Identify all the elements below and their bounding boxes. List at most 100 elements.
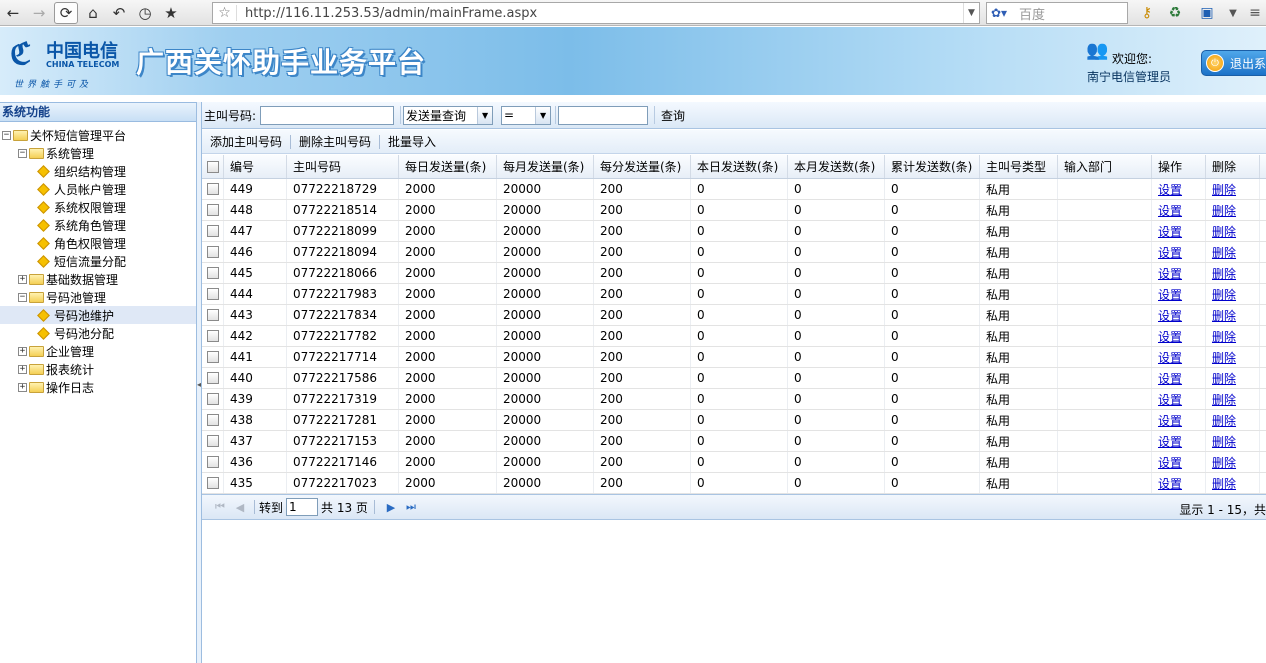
row-checkbox[interactable] (207, 267, 219, 279)
last-page-icon[interactable]: ⏭ (401, 500, 421, 514)
expand-icon[interactable]: + (18, 364, 27, 374)
delete-link[interactable]: 删除 (1212, 412, 1236, 429)
url-text[interactable]: http://116.11.253.53/admin/mainFrame.asp… (237, 6, 963, 21)
chevron-down-icon[interactable]: ▼ (535, 106, 551, 124)
row-checkbox[interactable] (207, 477, 219, 489)
column-header-id[interactable]: 编号 (224, 155, 287, 178)
settings-link[interactable]: 设置 (1158, 181, 1182, 198)
row-checkbox[interactable] (207, 351, 219, 363)
column-header-phone[interactable]: 主叫号码 (287, 155, 399, 178)
back-icon[interactable]: ← (0, 1, 26, 25)
home-icon[interactable]: ⌂ (80, 1, 106, 25)
row-checkbox[interactable] (207, 435, 219, 447)
search-box[interactable]: ✿▾ 百度 (986, 2, 1128, 24)
row-checkbox[interactable] (207, 204, 219, 216)
delete-link[interactable]: 删除 (1212, 265, 1236, 282)
column-header-today-sent[interactable]: 本日发送数(条) (691, 155, 788, 178)
history-icon[interactable]: ◷ (132, 1, 158, 25)
row-checkbox[interactable] (207, 183, 219, 195)
tree-folder[interactable]: + 企业管理 (0, 342, 196, 360)
value-input[interactable] (558, 105, 649, 125)
delete-link[interactable]: 删除 (1212, 433, 1236, 450)
tree-item[interactable]: 系统角色管理 (0, 216, 196, 234)
settings-link[interactable]: 设置 (1158, 391, 1182, 408)
column-header-delete[interactable]: 删除 (1206, 155, 1260, 178)
column-header-action[interactable]: 操作 (1152, 155, 1206, 178)
settings-link[interactable]: 设置 (1158, 244, 1182, 261)
settings-link[interactable]: 设置 (1158, 349, 1182, 366)
key-icon[interactable]: ⚷ (1136, 3, 1158, 23)
settings-link[interactable]: 设置 (1158, 286, 1182, 303)
user-sync-icon[interactable]: ♻ (1164, 3, 1186, 23)
first-page-icon[interactable]: ⏮ (210, 500, 230, 514)
settings-link[interactable]: 设置 (1158, 328, 1182, 345)
tree-item[interactable]: 号码池分配 (0, 324, 196, 342)
bookmark-star-icon[interactable]: ★ (158, 1, 184, 25)
chevron-down-icon[interactable]: ▼ (963, 3, 979, 23)
settings-link[interactable]: 设置 (1158, 202, 1182, 219)
tree-folder[interactable]: + 操作日志 (0, 378, 196, 396)
prev-page-icon[interactable]: ◀ (230, 501, 250, 514)
column-header-month-sent[interactable]: 本月发送数(条) (788, 155, 885, 178)
row-checkbox[interactable] (207, 309, 219, 321)
expand-icon[interactable]: + (18, 382, 27, 392)
delete-link[interactable]: 删除 (1212, 307, 1236, 324)
column-header-daily[interactable]: 每日发送量(条) (399, 155, 497, 178)
row-checkbox[interactable] (207, 456, 219, 468)
column-header-monthly[interactable]: 每月发送量(条) (497, 155, 594, 178)
expand-icon[interactable]: + (18, 274, 27, 284)
collapse-icon[interactable]: − (2, 130, 11, 140)
menu-icon[interactable]: ≡ (1244, 3, 1266, 23)
batch-import-button[interactable]: 批量导入 (380, 133, 444, 150)
tree-item[interactable]: 角色权限管理 (0, 234, 196, 252)
row-checkbox[interactable] (207, 288, 219, 300)
tree-folder[interactable]: − 系统管理 (0, 144, 196, 162)
delete-link[interactable]: 删除 (1212, 244, 1236, 261)
row-checkbox[interactable] (207, 393, 219, 405)
tree-item[interactable]: 组织结构管理 (0, 162, 196, 180)
row-checkbox[interactable] (207, 246, 219, 258)
settings-link[interactable]: 设置 (1158, 454, 1182, 471)
settings-link[interactable]: 设置 (1158, 433, 1182, 450)
tree-folder[interactable]: + 报表统计 (0, 360, 196, 378)
settings-link[interactable]: 设置 (1158, 307, 1182, 324)
delete-link[interactable]: 删除 (1212, 370, 1236, 387)
menu-chevron-icon[interactable]: ▼ (1222, 3, 1244, 23)
collapse-icon[interactable]: − (18, 292, 27, 302)
translate-icon[interactable]: ▣ (1196, 3, 1218, 23)
tree-item[interactable]: 短信流量分配 (0, 252, 196, 270)
star-icon[interactable]: ☆ (213, 5, 237, 21)
delete-link[interactable]: 删除 (1212, 202, 1236, 219)
field-select[interactable]: 发送量查询 ▼ (403, 105, 494, 125)
column-header-minute[interactable]: 每分发送量(条) (594, 155, 691, 178)
collapse-icon[interactable]: − (18, 148, 27, 158)
row-checkbox[interactable] (207, 414, 219, 426)
forward-icon[interactable]: → (26, 1, 52, 25)
settings-link[interactable]: 设置 (1158, 265, 1182, 282)
page-input[interactable]: 1 (286, 498, 319, 516)
delete-link[interactable]: 删除 (1212, 328, 1236, 345)
delete-link[interactable]: 删除 (1212, 391, 1236, 408)
delete-link[interactable]: 删除 (1212, 286, 1236, 303)
tree-item[interactable]: 系统权限管理 (0, 198, 196, 216)
row-checkbox[interactable] (207, 225, 219, 237)
settings-link[interactable]: 设置 (1158, 223, 1182, 240)
operator-select[interactable]: = ▼ (501, 105, 552, 125)
tree-folder[interactable]: − 号码池管理 (0, 288, 196, 306)
delete-phone-button[interactable]: 删除主叫号码 (291, 133, 379, 150)
tree-folder[interactable]: − 关怀短信管理平台 (0, 126, 196, 144)
logout-button[interactable]: ⏻ 退出系 (1201, 50, 1266, 76)
chevron-down-icon[interactable]: ▼ (477, 106, 493, 124)
address-bar[interactable]: ☆ http://116.11.253.53/admin/mainFrame.a… (212, 2, 980, 24)
settings-link[interactable]: 设置 (1158, 475, 1182, 492)
settings-link[interactable]: 设置 (1158, 370, 1182, 387)
collapse-arrow-icon[interactable]: ◂ (197, 380, 201, 389)
search-button[interactable]: 查询 (661, 107, 685, 124)
undo-icon[interactable]: ↶ (106, 1, 132, 25)
row-checkbox[interactable] (207, 330, 219, 342)
tree-item[interactable]: 人员帐户管理 (0, 180, 196, 198)
delete-link[interactable]: 删除 (1212, 181, 1236, 198)
select-all-checkbox[interactable] (207, 160, 219, 173)
search-input[interactable]: 百度 (1019, 4, 1045, 23)
delete-link[interactable]: 删除 (1212, 454, 1236, 471)
